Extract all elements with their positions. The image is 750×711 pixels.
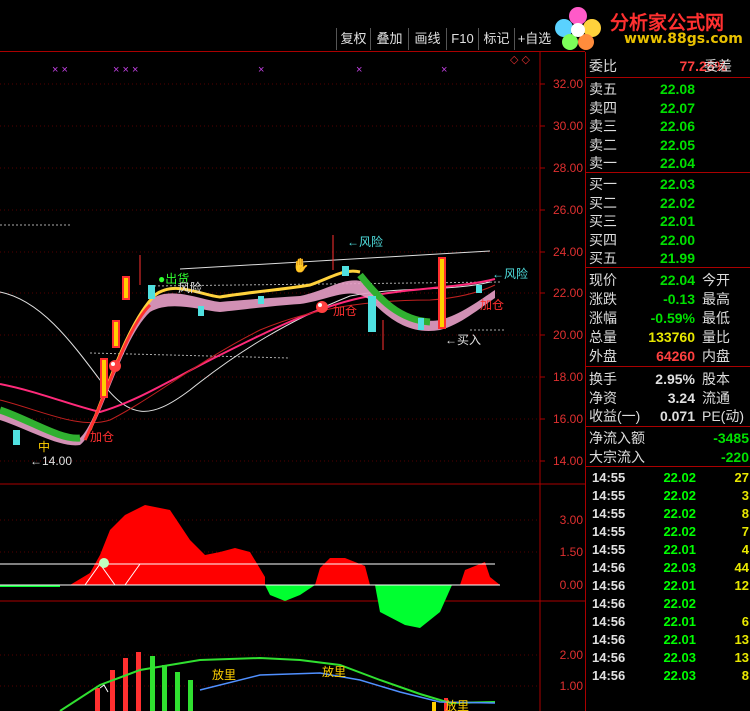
- tick-row: 14:55 22.01 4: [592, 542, 749, 557]
- low-price-label: ←14.00: [30, 454, 72, 468]
- stat-row: 收益(一) 0.071 PE(动): [589, 408, 744, 424]
- weibi-row: 委比 77.25% 委差: [589, 58, 732, 74]
- buy-level-row[interactable]: 买一 22.03: [586, 175, 750, 193]
- macd-histogram: [0, 505, 500, 628]
- flow-row: 净流入额 -3485: [589, 430, 749, 446]
- stat-row: 现价 22.04 今开: [589, 272, 730, 288]
- tick-row: 14:56 22.01 13: [592, 632, 749, 647]
- stat-row: 换手 2.95% 股本: [589, 371, 730, 387]
- tick-row: 14:56 22.01 6: [592, 614, 749, 629]
- logo-url: www.88gs.com: [624, 31, 743, 47]
- tick-row: 14:56 22.03 8: [592, 668, 749, 683]
- tick-row: 14:55 22.02 8: [592, 506, 749, 521]
- stat-row: 外盘 64260 内盘: [589, 348, 730, 364]
- vol-label: 放里: [212, 667, 236, 682]
- sell-level-row[interactable]: 卖四 22.07: [586, 99, 750, 117]
- diamond-markers: ◇ ◇: [510, 54, 531, 66]
- buy-level-row[interactable]: 买四 22.00: [586, 231, 750, 249]
- sell-level-row[interactable]: 卖三 22.06: [586, 117, 750, 135]
- macd-y-tick: 1.50: [560, 545, 584, 559]
- svg-text:×: ×: [441, 64, 447, 76]
- vol-label: 放里: [322, 664, 346, 679]
- y-tick: 14.00: [553, 454, 583, 468]
- y-tick: 26.00: [553, 203, 583, 217]
- signal-markers: × × × × × × × ×: [52, 64, 447, 76]
- y-tick: 24.00: [553, 245, 583, 259]
- svg-text:× × ×: × × ×: [113, 64, 138, 76]
- biaoji-button[interactable]: 标记: [478, 28, 514, 50]
- tick-row: 14:55 22.02 7: [592, 524, 749, 539]
- mairu-label: ←买入: [445, 333, 481, 347]
- stat-row: 涨幅 -0.59% 最低: [589, 310, 730, 326]
- stat-row: 总量 133760 量比: [589, 329, 730, 345]
- buy-level-row[interactable]: 买五 21.99: [586, 249, 750, 267]
- vol-label: 放里: [445, 698, 469, 711]
- huaxian-button[interactable]: 画线: [408, 28, 446, 50]
- y-tick: 30.00: [553, 119, 583, 133]
- vol-y-tick: 2.00: [560, 648, 584, 662]
- sell-level-row[interactable]: 卖二 22.05: [586, 136, 750, 154]
- y-tick: 28.00: [553, 161, 583, 175]
- jiacang-label: 加仓: [90, 430, 114, 444]
- quote-panel: 委比 77.25% 委差 卖五 22.08 卖四 22.07 卖三 22.06 …: [585, 52, 750, 711]
- sell-level-row[interactable]: 卖五 22.08: [586, 80, 750, 98]
- buy-level-row[interactable]: 买二 22.02: [586, 194, 750, 212]
- zhong-label: 中: [38, 439, 50, 454]
- tick-row: 14:56 22.03 44: [592, 560, 749, 575]
- svg-text:×: ×: [356, 64, 362, 76]
- flower-logo-icon: [555, 7, 601, 50]
- fuquan-button[interactable]: 复权: [336, 28, 370, 50]
- risk-label: ←风险: [492, 266, 528, 281]
- y-tick: 18.00: [553, 370, 583, 384]
- macd-y-tick: 3.00: [560, 513, 584, 527]
- tick-row: 14:55 22.02 27: [592, 470, 749, 485]
- chart-area[interactable]: 32.00 30.00 28.00 26.00 24.00 22.00 20.0…: [0, 52, 585, 711]
- vol-y-tick: 1.00: [560, 679, 584, 693]
- svg-text:×: ×: [258, 64, 264, 76]
- diejia-button[interactable]: 叠加: [370, 28, 408, 50]
- stat-row: 涨跌 -0.13 最高: [589, 291, 730, 307]
- y-tick: 16.00: [553, 412, 583, 426]
- y-tick: 32.00: [553, 77, 583, 91]
- tick-row: 14:56 22.02: [592, 596, 696, 611]
- flow-row: 大宗流入 -220: [589, 448, 749, 465]
- risk-small-label: 风险: [178, 280, 202, 295]
- tick-row: 14:56 22.01 12: [592, 578, 749, 593]
- candlesticks: [13, 235, 482, 445]
- tick-row: 14:55 22.02 3: [592, 488, 749, 503]
- stat-row: 净资 3.24 流通: [589, 389, 730, 406]
- buy-level-row[interactable]: 买三 22.01: [586, 212, 750, 230]
- y-tick: 20.00: [553, 328, 583, 342]
- hand-icon: ✋: [292, 257, 309, 273]
- svg-text:× ×: × ×: [52, 64, 68, 76]
- jiacang-label: 加仓: [333, 304, 357, 318]
- site-logo: 分析家公式网 www.88gs.com: [548, 0, 750, 52]
- y-tick: 22.00: [553, 286, 583, 300]
- risk-label: ←风险: [347, 234, 383, 249]
- macd-y-tick: 0.00: [560, 578, 584, 592]
- f10-button[interactable]: F10: [446, 28, 478, 50]
- volume-bars: [95, 652, 448, 711]
- tick-row: 14:56 22.03 13: [592, 650, 749, 665]
- sell-level-row[interactable]: 卖一 22.04: [586, 154, 750, 172]
- jiacang-label: 加仓: [480, 298, 504, 312]
